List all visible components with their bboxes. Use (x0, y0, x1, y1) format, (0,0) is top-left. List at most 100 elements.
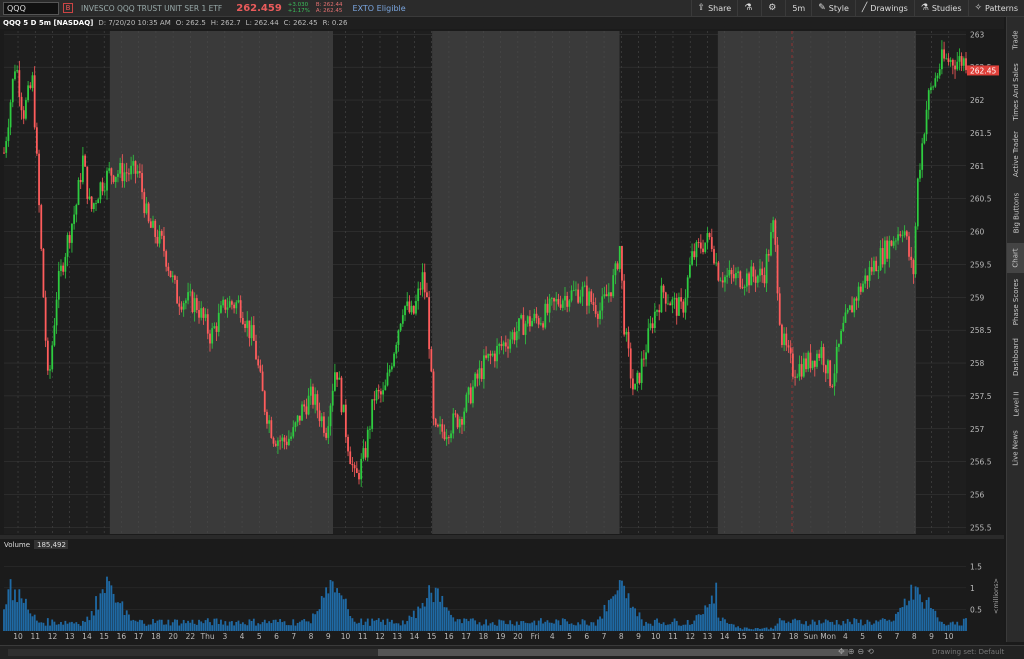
sidebar-tab-times-and-sales[interactable]: Times And Sales (1007, 61, 1024, 123)
exto-eligible-link[interactable]: EXTO Eligible (353, 4, 406, 13)
candle-body (846, 309, 849, 313)
volume-bar (327, 593, 330, 631)
candle-body (195, 298, 198, 311)
volume-bar (682, 624, 685, 631)
candle-body (504, 342, 507, 347)
volume-bar (796, 620, 799, 631)
volume-bar (149, 624, 152, 631)
pencil-button[interactable]: ╱ Drawings (854, 0, 914, 17)
volume-bar (29, 613, 32, 631)
volume-bar (531, 622, 534, 631)
volume-bar (233, 625, 235, 631)
pan-icon[interactable]: ✥ (838, 647, 848, 656)
candle-body (682, 301, 685, 313)
volume-bar (610, 598, 612, 631)
sidebar-tab-active-trader[interactable]: Active Trader (1007, 125, 1024, 183)
volume-bar (645, 621, 647, 631)
volume-bar (500, 620, 503, 631)
candle-body (932, 86, 935, 88)
volume-bar (134, 620, 137, 631)
volume-bar (384, 624, 387, 631)
volume-bar (355, 623, 358, 631)
reset-icon[interactable]: ⟲ (867, 647, 877, 656)
x-tick-label: 18 (151, 632, 161, 641)
candle-body (329, 405, 332, 427)
volume-bar (445, 607, 448, 631)
candle-body (575, 289, 577, 291)
sidebar-tab-live-news[interactable]: Live News (1007, 425, 1024, 471)
timeframe-button[interactable]: 5m (785, 0, 811, 17)
x-tick-label: 17 (134, 632, 144, 641)
sidebar-tab-level-ii[interactable]: Level II (1007, 385, 1024, 423)
volume-bar (905, 605, 908, 631)
candle-body (235, 302, 238, 309)
candle-body (671, 299, 674, 306)
volume-bar (914, 586, 917, 631)
horizontal-scrollbar[interactable] (8, 649, 848, 656)
candle-body (209, 333, 211, 344)
candle-body (66, 235, 69, 257)
candle-body (642, 358, 645, 360)
candle-body (561, 300, 564, 308)
candle-body (16, 70, 19, 72)
candle-body (686, 277, 689, 298)
candle-body (559, 304, 562, 308)
studies-button[interactable]: ⚗ Studies (913, 0, 968, 17)
style-button[interactable]: ✎ Style (811, 0, 855, 17)
sidebar-tab-phase-scores[interactable]: Phase Scores (1007, 275, 1024, 329)
volume-bar (417, 606, 420, 631)
symbol-input[interactable] (3, 1, 59, 15)
sidebar-tab-trade[interactable]: Trade (1007, 21, 1024, 59)
volume-bar (388, 621, 391, 631)
volume-bar (614, 594, 617, 631)
patterns-button[interactable]: ✧ Patterns (967, 0, 1024, 17)
volume-bar (721, 617, 724, 631)
volume-bar (42, 622, 45, 631)
zoom-controls[interactable]: ✥⊕⊖⟲ (838, 647, 877, 656)
drawing-set-label[interactable]: Drawing set: Default (932, 648, 1004, 656)
x-tick-label: Sun (804, 632, 819, 641)
candle-body (7, 127, 10, 142)
volume-bar (662, 622, 665, 631)
sidebar-tab-chart[interactable]: Chart (1007, 243, 1024, 273)
candle-body (533, 313, 536, 321)
candle-body (886, 240, 889, 259)
volume-bar (467, 621, 470, 631)
sidebar-tab-dashboard[interactable]: Dashboard (1007, 331, 1024, 383)
symbol-flag[interactable]: B (63, 3, 73, 13)
volume-bar (739, 628, 742, 631)
volume-bar (3, 609, 5, 631)
sidebar-tab-big-buttons[interactable]: Big Buttons (1007, 185, 1024, 241)
candle-body (307, 395, 310, 415)
volume-bar (318, 609, 321, 631)
flask-icon: ⚗ (744, 3, 753, 13)
price-chart[interactable]: 263262.5262261.5261260.5260259.5259258.5… (0, 29, 1004, 645)
candle-body (163, 235, 165, 252)
candle-body (730, 269, 733, 275)
flask-button[interactable]: ⚗ (737, 0, 761, 17)
candle-body (149, 221, 152, 228)
candle-body (719, 280, 722, 282)
volume-bar (772, 628, 775, 631)
x-tick-label: 5 (257, 632, 262, 641)
scroll-thumb[interactable] (378, 649, 848, 656)
zoom-out-icon[interactable]: ⊖ (857, 647, 867, 656)
share-button[interactable]: ⇪ Share (690, 0, 738, 17)
volume-bar (338, 592, 341, 631)
candle-body (184, 300, 187, 304)
candle-body (145, 203, 148, 214)
candle-body (281, 437, 284, 441)
gear-button[interactable]: ⚙ (761, 0, 785, 17)
zoom-in-icon[interactable]: ⊕ (848, 647, 858, 656)
volume-bar (596, 619, 599, 631)
volume-bar (588, 625, 590, 631)
volume-label: Volume (4, 541, 30, 549)
candle-body (152, 220, 154, 228)
candle-body (518, 318, 520, 332)
candle-body (255, 340, 257, 360)
candle-body (272, 437, 275, 444)
candle-body (377, 389, 380, 392)
candle-body (204, 314, 207, 318)
volume-bar (669, 624, 672, 631)
volume-bar (209, 622, 211, 631)
